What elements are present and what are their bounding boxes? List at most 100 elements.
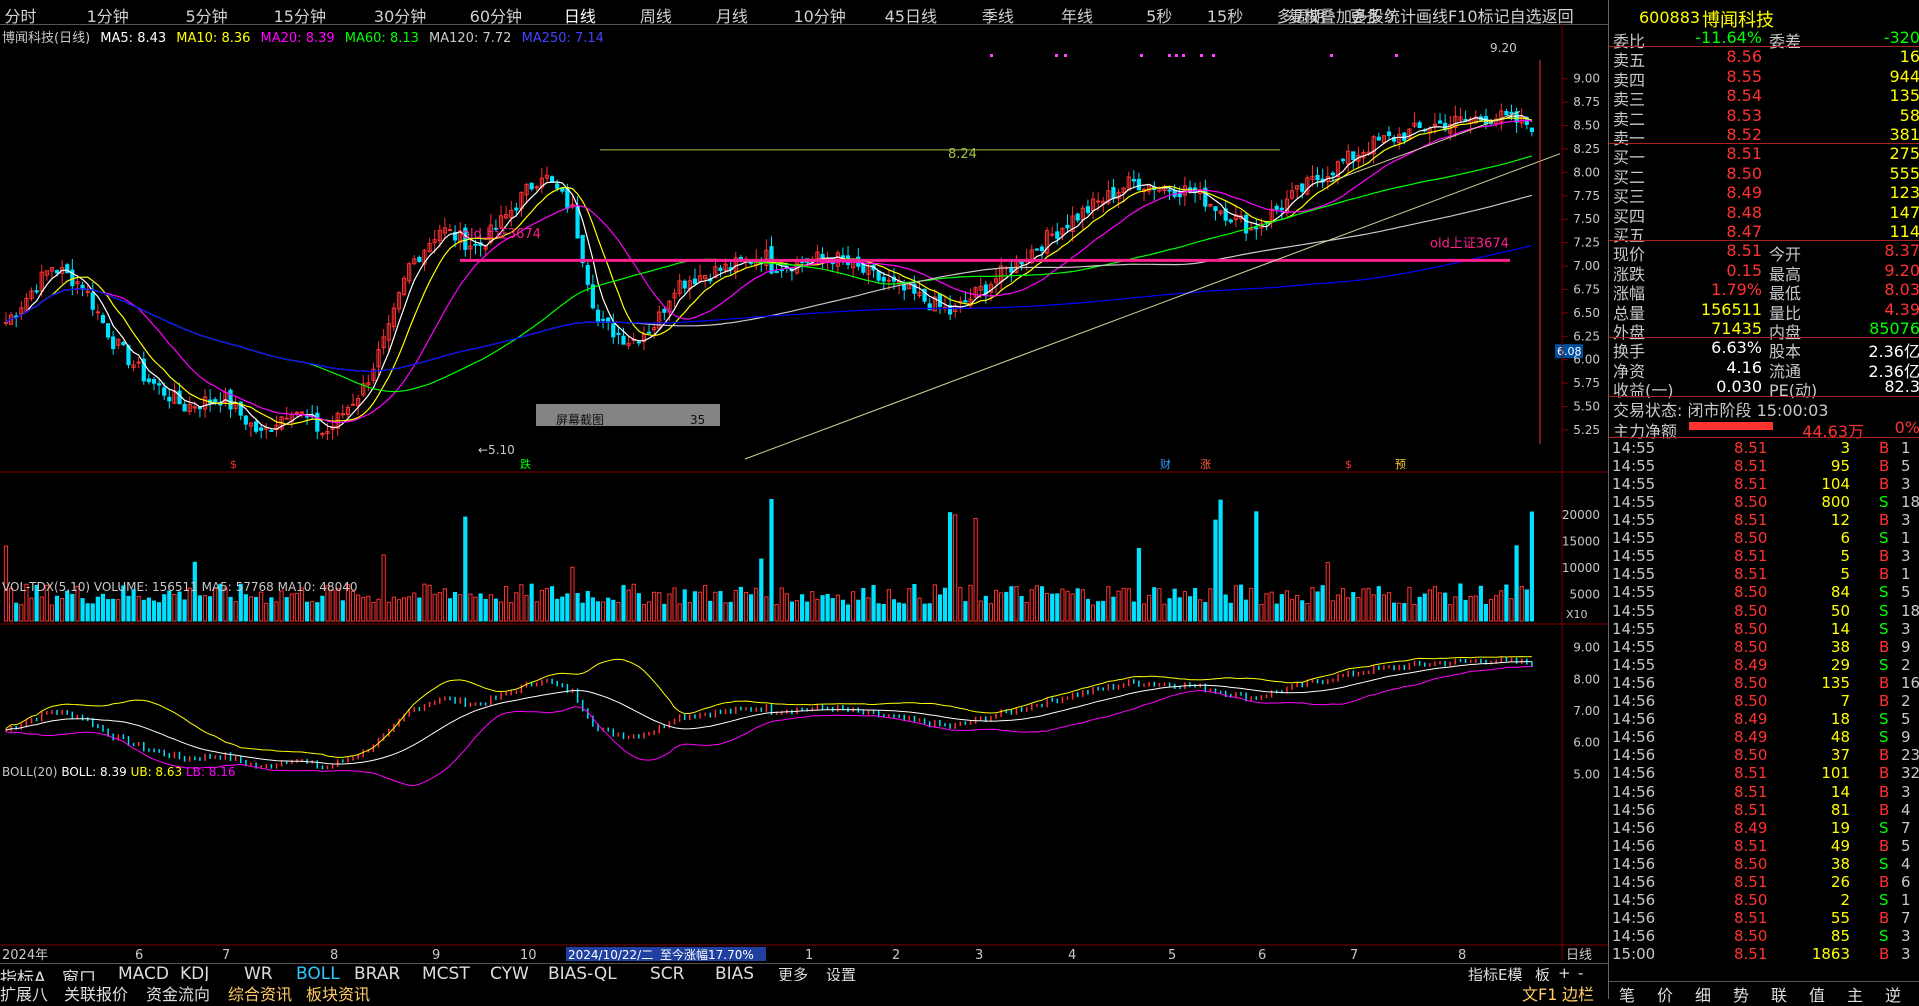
right-tab2-0[interactable]: 文F1 [1522,981,1557,1005]
volume-bar [774,603,779,622]
tick-price: 8.50 [1734,891,1768,910]
range-date: 2024/10/22/二 [568,948,653,961]
volume-bar [779,587,784,622]
tick-side: S [1879,583,1889,602]
volume-bar [585,590,590,622]
kline-chart[interactable]: 8.24old上证3674old上证36749.20←5.10屏幕截图 356.0… [0,24,1608,961]
ask-row[interactable]: 卖一 8.52 381 [1609,125,1919,148]
tick-side: B [1879,800,1890,819]
candle-body [1213,206,1218,212]
quote-tab-3[interactable]: 势 [1733,982,1749,1006]
ask-row[interactable]: 卖五 8.56 16 [1609,47,1919,70]
volume-bar [1335,594,1341,622]
volume-bar [748,594,754,622]
tick-side: S [1879,529,1889,548]
tick-time: 14:56 [1612,746,1656,765]
tick-count: 5 [1901,456,1911,475]
volume-bar [381,554,386,622]
quote-tab-6[interactable]: 主 [1847,982,1863,1006]
volume-bar [815,598,820,622]
tick-row: 14:56 8.51 101 B 32 [1609,764,1919,782]
x-tick: 7 [222,948,230,961]
bid-row[interactable]: 买一 8.51 275 [1609,144,1919,167]
quote-tab-1[interactable]: 价 [1657,982,1673,1006]
main-flow-pct: 0% [1894,417,1919,437]
ask-row[interactable]: 卖四 8.55 944 [1609,67,1919,90]
right-tab-3[interactable]: - [1578,964,1583,982]
tick-price: 8.51 [1734,565,1768,584]
volume-bar [697,591,703,622]
bid-row[interactable]: 买四 8.48 147 [1609,203,1919,226]
volume-bar [524,595,529,622]
tick-time: 14:55 [1612,456,1656,475]
volume-bar [1055,593,1060,622]
signal-dot [1182,54,1185,57]
volume-bar [1427,589,1432,622]
weibi-row-value: -11.64% [1695,28,1762,47]
ask-row[interactable]: 卖二 8.53 58 [1609,106,1919,129]
candle-body [886,279,891,282]
quote-tab-2[interactable]: 细 [1695,982,1711,1006]
volume-bar [1014,586,1019,622]
ext-tab-0[interactable]: 扩展八 [0,981,48,1005]
tick-side: B [1879,456,1890,475]
tick-volume: 81 [1830,800,1850,819]
tick-price: 8.50 [1734,529,1768,548]
event-mark-5: 预 [1395,458,1406,471]
event-mark-3: 涨 [1200,458,1211,471]
volume-bar [162,594,167,622]
tick-volume: 104 [1821,474,1850,493]
volume-bar [1029,589,1034,622]
volume-bar [1397,602,1402,622]
volume-bar [953,514,958,622]
tick-row: 14:56 8.50 7 B 2 [1609,692,1919,710]
candle-body [636,341,641,344]
x-tick: 2024年 [2,948,48,961]
volume-bar [1488,598,1494,622]
candle-body [157,383,162,386]
right-tab2-1[interactable]: 边栏 [1562,981,1594,1005]
ext-tab-2[interactable]: 资金流向 [146,981,210,1005]
quote-tab-4[interactable]: 联 [1771,982,1787,1006]
ext-tab-4[interactable]: 板块资讯 [306,981,370,1005]
bid-row[interactable]: 买二 8.50 555 [1609,164,1919,187]
ask-row[interactable]: 卖三 8.54 135 [1609,86,1919,109]
bid-row[interactable]: 买三 8.49 123 [1609,183,1919,206]
volume-bar [1346,597,1351,622]
volume-bar [1463,599,1468,622]
volume-bar [570,566,575,622]
indicator-tabs: 指标A 窗口 MACD KDJ WR BOLL BRAR MCST CYW BIAS-QL SCR B… [0,963,1610,989]
tick-price: 8.51 [1734,873,1768,891]
ext-tab-3[interactable]: 综合资讯 [228,981,292,1005]
volume-bar [1157,588,1162,622]
candle-body [34,290,39,293]
tick-row: 14:55 8.50 50 S 18 [1609,602,1919,620]
volume-bar [606,597,611,622]
quote-row-value2: 8.37 [1884,241,1919,261]
event-mark-0: $ [230,458,237,471]
tick-side: B [1879,782,1890,801]
volume-bar [677,603,682,622]
volume-bar [1044,593,1050,622]
tick-count: 7 [1901,818,1911,837]
quote-tab-5[interactable]: 值 [1809,982,1825,1006]
bid-row[interactable]: 买五 8.47 114 [1609,222,1919,245]
tick-volume: 50 [1830,601,1850,620]
quote-panel-tabs: 笔价细势联值主逆 [1609,981,1919,1005]
volume-bar [1238,584,1244,622]
volume-bar [1289,599,1295,622]
quote-tab-0[interactable]: 笔 [1619,982,1635,1006]
price-tick: 5.50 [1573,400,1600,414]
main-flow-row: 主力净额 44.63万 0% [1609,417,1919,441]
volume-bar [19,604,24,622]
tick-count: 3 [1901,782,1911,801]
candle-body [1050,233,1055,236]
right-tab-2[interactable]: + [1558,964,1571,982]
quote-row-value: 156511 [1700,299,1762,319]
tick-side: B [1879,637,1890,656]
quote-tab-7[interactable]: 逆 [1885,982,1901,1006]
ext-tab-1[interactable]: 关联报价 [64,981,128,1005]
tick-side: S [1879,619,1889,638]
candle-body [902,284,907,291]
tick-side: B [1879,511,1890,529]
